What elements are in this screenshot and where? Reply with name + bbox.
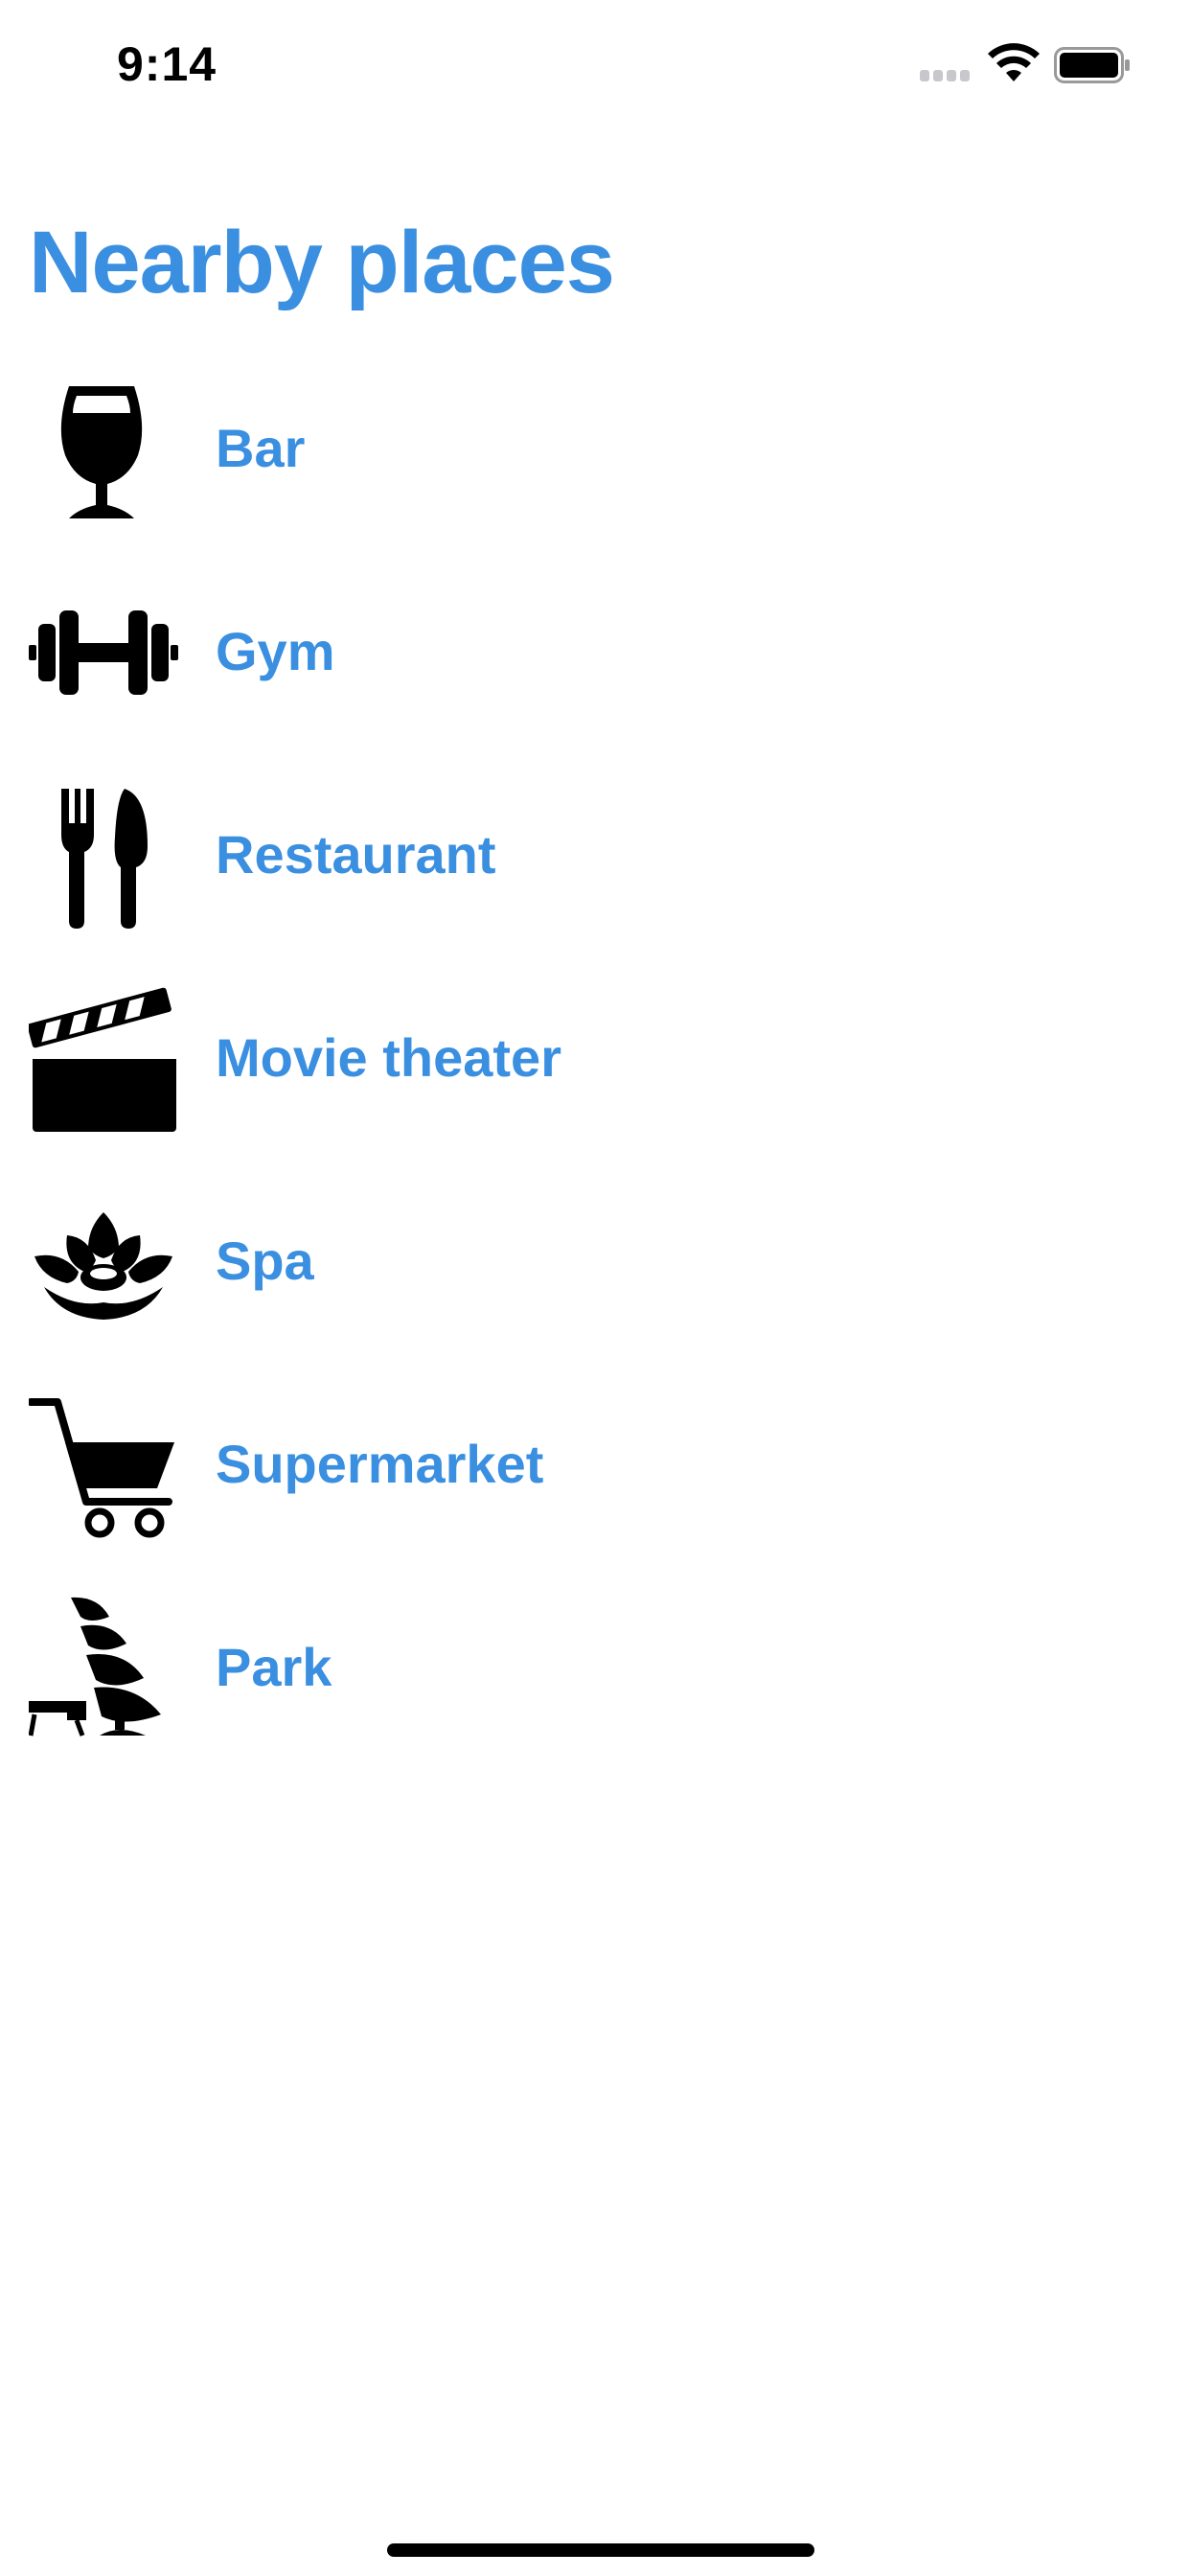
status-bar: 9:14: [0, 0, 1190, 126]
list-item-spa[interactable]: Spa: [0, 1161, 1190, 1364]
place-label: Bar: [216, 418, 306, 478]
battery-icon: [1054, 47, 1131, 83]
shopping-cart-icon: [29, 1389, 178, 1542]
list-item-restaurant[interactable]: Restaurant: [0, 754, 1190, 957]
places-list: Bar Gym Restaurant Movie theater Spa Sup…: [0, 348, 1190, 1770]
place-label: Movie theater: [216, 1027, 561, 1088]
park-tree-bench-icon: [29, 1592, 178, 1745]
lotus-icon: [29, 1185, 178, 1339]
place-label: Gym: [216, 621, 335, 681]
list-item-movie-theater[interactable]: Movie theater: [0, 957, 1190, 1161]
place-label: Supermarket: [216, 1434, 544, 1494]
cellular-signal-icon: [920, 70, 973, 83]
place-label: Park: [216, 1637, 332, 1697]
place-label: Restaurant: [216, 824, 496, 885]
status-time: 9:14: [117, 37, 217, 91]
wifi-icon: [987, 43, 1041, 83]
dumbbell-icon: [29, 576, 178, 729]
list-item-supermarket[interactable]: Supermarket: [0, 1364, 1190, 1567]
home-indicator[interactable]: [387, 2543, 814, 2557]
fork-knife-icon: [29, 779, 178, 932]
place-label: Spa: [216, 1230, 314, 1291]
clapperboard-icon: [29, 982, 178, 1136]
list-item-bar[interactable]: Bar: [0, 348, 1190, 551]
wine-glass-icon: [29, 373, 178, 526]
page-title: Nearby places: [29, 214, 615, 311]
list-item-park[interactable]: Park: [0, 1567, 1190, 1770]
list-item-gym[interactable]: Gym: [0, 551, 1190, 754]
